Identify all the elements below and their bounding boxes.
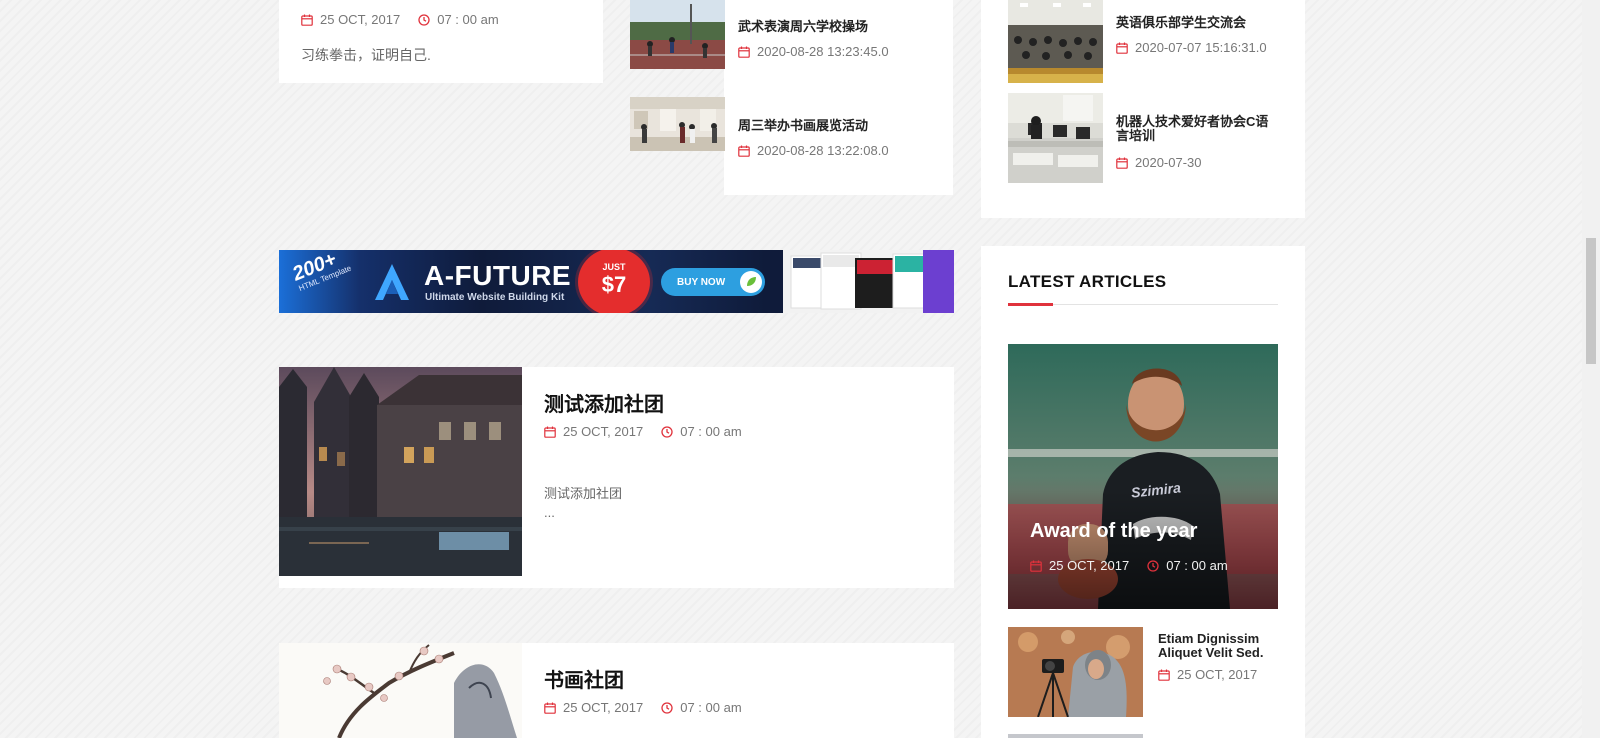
article-thumb-next[interactable] [1008,734,1143,738]
list-item-meta: 2020-07-30 [1116,155,1202,170]
post-meta: 25 OCT, 2017 07 : 00 am [544,424,742,439]
list-thumb-classroom[interactable] [1008,0,1103,83]
calendar-icon [1116,157,1128,169]
calendar-icon [738,145,750,157]
calendar-icon [738,46,750,58]
list-item-meta: 2020-08-28 13:22:08.0 [738,143,889,158]
list-item-meta: 2020-07-07 15:16:31.0 [1116,40,1267,55]
list-thumb-computer-lab[interactable] [1008,93,1103,183]
post-excerpt: 测试添加社团 [544,486,623,501]
post-thumbnail-village[interactable] [279,367,522,576]
page-scrollbar[interactable] [1582,0,1600,738]
list-item-title[interactable]: 武术表演周六学校操场 [738,19,868,34]
list-item-date: 2020-08-28 13:23:45.0 [757,44,889,59]
featured-date: 25 OCT, 2017 [1049,558,1130,573]
list-item-date: 2020-08-28 13:22:08.0 [757,143,889,158]
post-date: 25 OCT, 2017 [563,424,644,439]
scrollbar-thumb[interactable] [1586,238,1596,364]
leaf-icon [740,271,762,293]
featured-meta: 25 OCT, 2017 07 : 00 am [1030,558,1228,573]
post-meta: 25 OCT, 2017 07 : 00 am [301,12,499,27]
list-thumb-basketball[interactable] [630,0,725,69]
article-title[interactable]: Etiam Dignissim Aliquet Velit Sed. [1158,632,1286,660]
post-time: 07 : 00 am [680,700,742,715]
buy-now-label: BUY NOW [677,276,726,288]
article-thumb-photographer[interactable] [1008,627,1143,717]
list-thumb-exhibition[interactable] [630,97,725,151]
calendar-icon [1116,42,1128,54]
buy-now-button[interactable]: BUY NOW [661,268,765,296]
post-title[interactable]: 书画社团 [544,664,624,693]
calendar-icon [544,426,556,438]
banner-price-prefix: JUST [602,262,626,272]
banner-brand: A-FUTURE [424,260,572,291]
calendar-icon [1030,560,1042,572]
brand-logo-icon [375,264,409,305]
post-title[interactable]: 测试添加社团 [544,388,664,417]
banner-price-badge: JUST $7 [578,250,650,313]
featured-title[interactable]: Award of the year [1030,520,1197,543]
ad-banner[interactable]: 200+ HTML Template A-FUTURE Ultimate Web… [279,250,954,313]
clock-icon [418,13,430,26]
post-thumbnail-painting[interactable] [279,643,522,738]
clock-icon [661,425,673,438]
widget-heading-accent [1008,303,1053,306]
calendar-icon [544,702,556,714]
post-excerpt: 习练拳击，证明自己. [301,47,431,63]
clock-icon [661,701,673,714]
post-time: 07 : 00 am [437,12,499,27]
post-time: 07 : 00 am [680,424,742,439]
post-date: 25 OCT, 2017 [563,700,644,715]
widget-heading: LATEST ARTICLES [1008,272,1167,291]
clock-icon [1147,559,1159,572]
list-item-title[interactable]: 周三举办书画展览活动 [738,118,868,133]
post-meta: 25 OCT, 2017 07 : 00 am [544,700,742,715]
calendar-icon [1158,669,1170,681]
calendar-icon [301,14,313,26]
top-card: 25 OCT, 2017 07 : 00 am 习练拳击，证明自己. [279,0,603,83]
featured-time: 07 : 00 am [1166,558,1228,573]
banner-count-badge: 200+ HTML Template [285,250,352,293]
post-date: 25 OCT, 2017 [320,12,401,27]
list-item-date: 2020-07-07 15:16:31.0 [1135,40,1267,55]
article-date: 25 OCT, 2017 [1177,667,1258,682]
article-meta: 25 OCT, 2017 [1158,667,1257,682]
banner-template-previews [783,250,954,313]
list-item-date: 2020-07-30 [1135,155,1202,170]
banner-tagline: Ultimate Website Building Kit [425,292,565,303]
banner-price: $7 [601,272,627,297]
list-item-meta: 2020-08-28 13:23:45.0 [738,44,889,59]
featured-article-card[interactable]: Szimira Award of the year 25 OCT, 2017 0… [1008,344,1278,609]
post-excerpt-more: ... [544,505,555,520]
list-item-title[interactable]: 英语俱乐部学生交流会 [1116,16,1246,30]
list-item-title[interactable]: 机器人技术爱好者协会C语言培训 [1116,115,1281,143]
